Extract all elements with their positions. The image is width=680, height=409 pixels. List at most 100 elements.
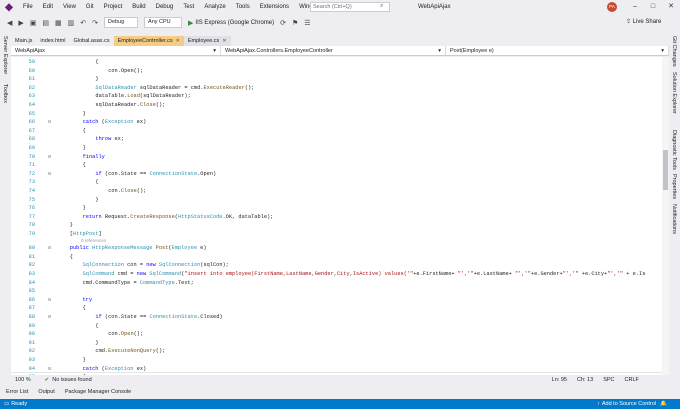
member-dropdown[interactable]: Post(Employee e) ▾ [446,46,669,55]
code-line[interactable]: 76} [11,204,662,213]
code-line[interactable]: 75} [11,196,662,205]
class-dropdown[interactable]: WebApiAjax.Controllers.EmployeeControlle… [221,46,446,55]
code-line[interactable]: 79 [HttpPost] [11,230,662,239]
output-tab[interactable]: Output [38,389,55,395]
code-line[interactable]: 78} [11,221,662,230]
code-line[interactable]: 71 { [11,161,662,170]
zoom-level[interactable]: 100 % [15,377,31,383]
diagnostic-tools-tab[interactable]: Diagnostic Tools [671,130,677,170]
tab-index-html[interactable]: index.html [36,36,69,46]
collapse-icon[interactable]: ⊟ [48,118,51,127]
code-line[interactable]: 64 sqlDataReader.Close(); [11,101,662,110]
close-tab-icon[interactable]: ✕ [176,36,180,46]
save-all-icon[interactable]: ▥ [68,19,75,27]
tab-employee-cs[interactable]: Employee.cs ✕ [183,36,231,46]
toolbox-tab[interactable]: Toolbox [2,84,8,103]
collapse-icon[interactable]: ⊟ [48,153,51,162]
code-line[interactable]: 87 { [11,304,662,313]
code-line[interactable]: 80 ⊟ public HttpResponseMessage Post(Emplo… [11,244,662,253]
close-button[interactable]: ✕ [662,0,680,14]
tab-global-asax-cs[interactable]: Global.asax.cs [70,36,114,46]
code-line[interactable]: 94 ⊟ catch (Exception ex) [11,365,662,374]
code-line[interactable]: 63 dataTable.Load(sqlDataReader); [11,92,662,101]
avatar[interactable]: PA [607,2,617,12]
code-line[interactable]: 70 ⊟ finally [11,153,662,162]
bookmark-icon[interactable]: ⚑ [292,19,298,27]
forward-icon[interactable]: ▶ [18,19,23,27]
new-project-icon[interactable]: ▣ [30,19,37,27]
code-line[interactable]: 83 SqlCommand cmd = new SqlCommand("inser… [11,270,662,279]
menu-edit[interactable]: Edit [38,0,58,14]
search-input[interactable]: Search (Ctrl+Q) [310,2,390,12]
menu-extensions[interactable]: Extensions [255,0,294,14]
project-dropdown[interactable]: WebApiAjax ▾ [11,46,221,55]
menu-file[interactable]: File [18,0,38,14]
collapse-icon[interactable]: ⊟ [48,244,51,253]
code-line[interactable]: 61} [11,75,662,84]
code-line[interactable]: 92 cmd.ExecuteNonQuery(); [11,347,662,356]
redo-icon[interactable]: ↷ [92,19,98,27]
code-line[interactable]: 93} [11,356,662,365]
properties-tab[interactable]: Properties [671,174,677,199]
git-changes-tab[interactable]: Git Changes [671,36,677,67]
code-line[interactable]: 86 ⊟ try [11,296,662,305]
code-line[interactable]: 66 ⊟ catch (Exception ex) [11,118,662,127]
line-ending[interactable]: CRLF [625,377,639,383]
minimize-button[interactable]: – [626,0,644,14]
codelens-references[interactable]: 0 references [81,238,106,243]
code-line[interactable]: 62 SqlDataReader sqlDataReader = cmd.Exec… [11,84,662,93]
menu-git[interactable]: Git [81,0,99,14]
close-tab-icon[interactable]: ✕ [222,36,226,46]
error-list-tab[interactable]: Error List [6,389,28,395]
code-line[interactable]: 84 cmd.CommandType = CommandType.Text; [11,279,662,288]
code-line[interactable]: 85 [11,287,662,296]
open-icon[interactable]: ▤ [42,19,49,27]
code-line[interactable]: 88 ⊟ if (con.State == ConnectionState.Clos… [11,313,662,322]
solution-explorer-tab[interactable]: Solution Explorer [671,72,677,114]
code-line[interactable]: 90 con.Open(); [11,330,662,339]
code-line[interactable]: 82 SqlConnection con = new SqlConnection(… [11,261,662,270]
menu-view[interactable]: View [58,0,81,14]
back-icon[interactable]: ◀ [7,19,12,27]
live-share-button[interactable]: ⇪ Live Share [626,18,661,25]
package-manager-console-tab[interactable]: Package Manager Console [65,389,131,395]
configuration-select[interactable]: Debug [104,17,139,28]
menu-test[interactable]: Test [178,0,199,14]
collapse-icon[interactable]: ⊟ [48,365,51,374]
vertical-scrollbar[interactable] [662,57,669,375]
code-line[interactable]: 65} [11,110,662,119]
add-to-source-control[interactable]: Add to Source Control [602,401,656,407]
code-line[interactable]: 74 con.Close(); [11,187,662,196]
code-line[interactable]: 60 con.Open(); [11,67,662,76]
whitespace-mode[interactable]: SPC [603,377,614,383]
save-icon[interactable]: ▦ [55,19,62,27]
undo-icon[interactable]: ↶ [80,19,86,27]
scrollbar-thumb[interactable] [663,150,668,190]
collapse-icon[interactable]: ⊟ [48,313,51,322]
code-line[interactable]: 67 { [11,127,662,136]
code-line[interactable]: 91} [11,339,662,348]
code-editor[interactable]: 59{60 con.Open(); 61} 62 SqlDataReader sqlDa… [11,57,662,375]
menu-build[interactable]: Build [127,0,150,14]
menu-tools[interactable]: Tools [231,0,255,14]
server-explorer-tab[interactable]: Server Explorer [2,36,8,74]
issues-status[interactable]: No issues found [52,377,91,383]
run-button[interactable]: ▶ IIS Express (Google Chrome) [188,19,274,27]
refresh-icon[interactable]: ⟳ [280,19,286,27]
code-line[interactable]: 59 { [11,58,662,67]
comment-icon[interactable]: ☰ [304,19,310,27]
notification-bell-icon[interactable]: 🔔 [660,401,667,407]
code-line[interactable]: 68 throw ex; [11,135,662,144]
tab-employeecontroller-cs[interactable]: EmployeeController.cs ✕ [113,36,184,46]
tab-main-js[interactable]: Main.js [11,36,36,46]
code-line[interactable]: 69} [11,144,662,153]
maximize-button[interactable]: □ [644,0,662,14]
collapse-icon[interactable]: ⊟ [48,296,51,305]
menu-debug[interactable]: Debug [151,0,179,14]
menu-project[interactable]: Project [99,0,128,14]
menu-analyze[interactable]: Analyze [199,0,230,14]
code-line[interactable]: 73 { [11,178,662,187]
code-line[interactable]: 89 { [11,322,662,331]
code-line[interactable]: 77 return Request.CreateResponse(HttpStat… [11,213,662,222]
collapse-icon[interactable]: ⊟ [48,170,51,179]
